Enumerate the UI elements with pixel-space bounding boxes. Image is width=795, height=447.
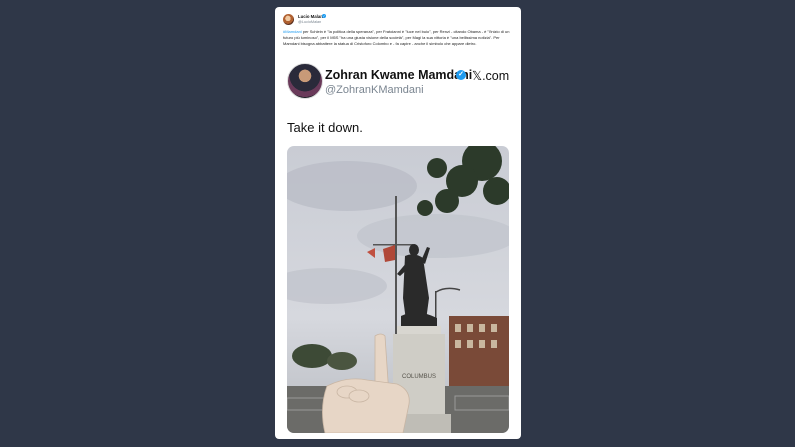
verified-badge-icon: ✓ (456, 70, 466, 80)
embed-author-name: Zohran Kwame Mamdani (325, 68, 473, 82)
page-background: { "tweet": { "author_name": "Lucio Malan… (0, 0, 795, 447)
photo-caption: COLUMBUS (402, 374, 436, 380)
x-logo-icon: 𝕏.com (472, 69, 510, 83)
embed-author-handle: @ZohranKMamdani (325, 84, 424, 96)
tweet-text: #Mamdani per Schlein è "la politica dell… (283, 29, 513, 47)
author-handle[interactable]: @LucioMalan (298, 20, 321, 24)
tweet-body: per Schlein è "la politica della speranz… (283, 29, 510, 46)
statue-photo-graphic: COLUMBUS (287, 146, 509, 433)
statue-photo[interactable]: COLUMBUS (287, 146, 509, 433)
embed-avatar (287, 63, 323, 99)
tweet-card[interactable]: Lucio Malan ✓ @LucioMalan #Mamdani per S… (275, 7, 521, 439)
author-avatar[interactable] (283, 14, 294, 25)
hashtag-link[interactable]: #Mamdani (283, 29, 302, 34)
author-name[interactable]: Lucio Malan (298, 14, 323, 19)
embedded-tweet-image[interactable]: Zohran Kwame Mamdani ✓ 𝕏.com @ZohranKMam… (287, 63, 517, 439)
verified-badge-icon: ✓ (322, 14, 326, 18)
embed-quote-text: Take it down. (287, 120, 363, 135)
